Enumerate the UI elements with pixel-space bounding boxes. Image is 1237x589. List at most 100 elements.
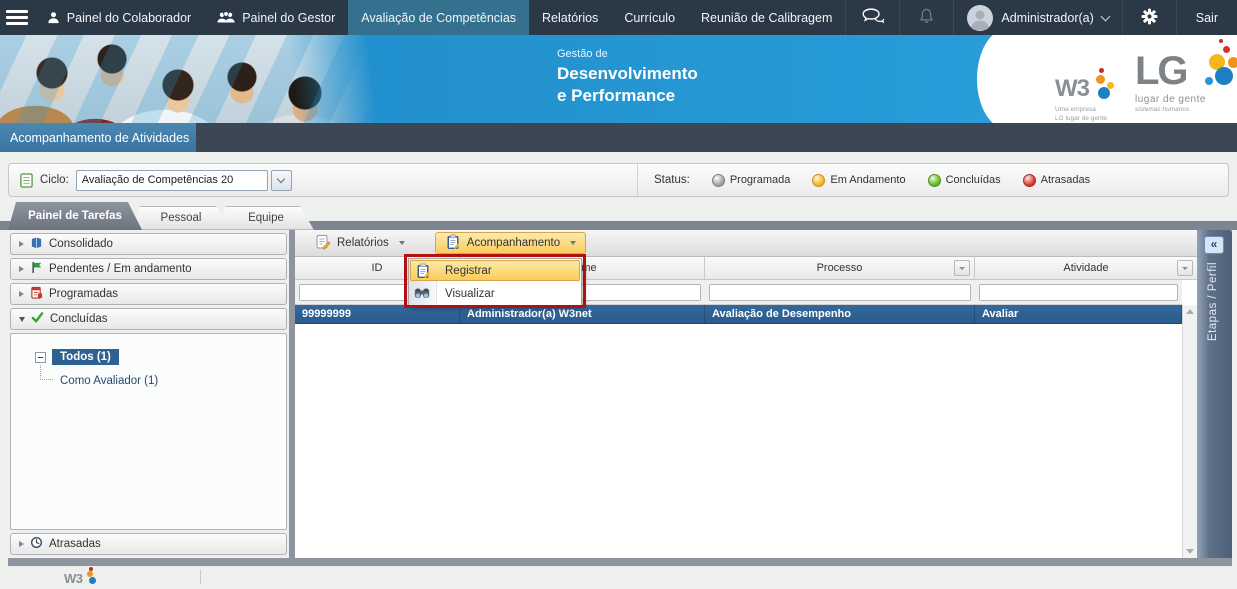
caret-right-icon xyxy=(19,266,24,272)
nav-label: Avaliação de Competências xyxy=(361,11,516,25)
page-tab-strip: Acompanhamento de Atividades xyxy=(0,123,1237,152)
status-dot-programada xyxy=(712,174,725,187)
banner-title: Gestão de Desenvolvimento e Performance xyxy=(557,48,698,107)
tab-pessoal[interactable]: Pessoal xyxy=(132,206,230,230)
cycle-label: Ciclo: xyxy=(40,174,69,186)
dropdown-caret-icon xyxy=(570,241,576,245)
tree-expander-icon[interactable] xyxy=(35,352,46,363)
check-icon xyxy=(31,311,44,327)
content-frame: Consolidado Pendentes / Em andamento Pro… xyxy=(8,230,1232,566)
cycle-bar: Ciclo: Avaliação de Competências 20 Stat… xyxy=(8,163,1229,197)
section-label: Programadas xyxy=(49,288,118,300)
cycle-select-trigger[interactable] xyxy=(271,170,292,191)
tab-painel-de-tarefas[interactable]: Painel de Tarefas xyxy=(8,202,142,230)
relatorios-button[interactable]: Relatórios xyxy=(305,232,415,254)
banner-title-line2: e Performance xyxy=(557,85,698,107)
atividade-filter-button[interactable] xyxy=(1177,260,1193,276)
relatorios-label: Relatórios xyxy=(337,237,389,249)
processo-filter-button[interactable] xyxy=(954,260,970,276)
nav-label: Painel do Colaborador xyxy=(67,11,191,25)
tab-equipe[interactable]: Equipe xyxy=(218,206,314,230)
nav-relatorios[interactable]: Relatórios xyxy=(529,0,611,35)
logo-panel: W3 Uma empresa LG lugar de gente LG luga… xyxy=(1007,35,1237,123)
section-consolidado[interactable]: Consolidado xyxy=(10,233,287,255)
tree-row-como-avaliador: Como Avaliador (1) xyxy=(40,365,286,387)
bell-icon xyxy=(919,8,934,27)
acompanhamento-menu: Registrar Visualizar xyxy=(408,258,582,306)
banner-photo xyxy=(0,35,400,123)
app-window: Painel do Colaborador Painel do Gestor A… xyxy=(0,0,1237,589)
nav-avaliacao-de-competencias[interactable]: Avaliação de Competências xyxy=(348,0,529,35)
filter-input-processo[interactable] xyxy=(709,284,971,301)
nav-painel-do-colaborador[interactable]: Painel do Colaborador xyxy=(34,0,204,35)
lg-logo-dot-orange xyxy=(1228,57,1237,68)
cell-processo: Avaliação de Desempenho xyxy=(705,305,975,323)
banner-pretitle: Gestão de xyxy=(557,48,698,60)
w3-footer-logo-text: W3 xyxy=(64,571,83,586)
column-header-atividade[interactable]: Atividade xyxy=(975,257,1197,279)
logout-button[interactable]: Sair xyxy=(1176,0,1237,35)
page-tab-acompanhamento-de-atividades[interactable]: Acompanhamento de Atividades xyxy=(0,123,196,152)
status-programada: Programada xyxy=(712,174,791,187)
nav-label: Painel do Gestor xyxy=(242,11,335,25)
cell-nome: Administrador(a) W3net xyxy=(460,305,705,323)
status-dot-em-andamento xyxy=(812,174,825,187)
status-item-label: Concluídas xyxy=(946,174,1001,186)
scroll-up-icon[interactable] xyxy=(1186,309,1194,314)
nav-painel-do-gestor[interactable]: Painel do Gestor xyxy=(204,0,348,35)
section-atrasadas[interactable]: Atrasadas xyxy=(10,533,287,555)
filter-input-atividade[interactable] xyxy=(979,284,1178,301)
dropdown-caret-icon xyxy=(959,267,965,270)
chat-button[interactable] xyxy=(845,0,899,35)
menu-item-registrar[interactable]: Registrar xyxy=(410,260,580,281)
status-item-label: Atrasadas xyxy=(1041,174,1091,186)
nav-reuniao-de-calibragem[interactable]: Reunião de Calibragem xyxy=(688,0,845,35)
tree-node-como-avaliador[interactable]: Como Avaliador (1) xyxy=(53,373,158,387)
etapas-perfil-label: Etapas / Perfil xyxy=(1207,262,1219,341)
status-concluidas: Concluídas xyxy=(928,174,1001,187)
chat-icon xyxy=(861,8,885,27)
user-menu[interactable]: Administrador(a) xyxy=(953,0,1121,35)
w3-logo: W3 Uma empresa LG lugar de gente xyxy=(1055,75,1145,123)
lg-logo-dot-red-small xyxy=(1219,39,1223,43)
clock-icon xyxy=(30,536,43,552)
scroll-down-icon[interactable] xyxy=(1186,549,1194,554)
dropdown-caret-icon xyxy=(1182,267,1188,270)
settings-button[interactable] xyxy=(1122,0,1176,35)
acompanhamento-button[interactable]: Acompanhamento xyxy=(435,232,586,254)
footer: W3 xyxy=(0,566,1237,589)
banner-title-line1: Desenvolvimento xyxy=(557,63,698,85)
column-label: Processo xyxy=(817,262,863,274)
column-label: ID xyxy=(372,262,383,274)
w3-footer-logo: W3 xyxy=(64,570,83,588)
clipboard-icon xyxy=(415,263,431,282)
status-item-label: Em Andamento xyxy=(830,174,905,186)
menu-item-visualizar[interactable]: Visualizar xyxy=(409,282,581,305)
section-concluidas[interactable]: Concluídas xyxy=(10,308,287,330)
footer-divider xyxy=(200,570,201,584)
w3-logo-text: W3 xyxy=(1055,75,1089,102)
tree-node-todos[interactable]: Todos (1) xyxy=(52,349,119,365)
collapse-icon[interactable]: « xyxy=(1204,236,1224,254)
table-row[interactable]: 99999999 Administrador(a) W3net Avaliaçã… xyxy=(295,305,1182,324)
chevron-down-icon xyxy=(1100,11,1110,21)
nav-curriculo[interactable]: Currículo xyxy=(611,0,688,35)
sidebar: Consolidado Pendentes / Em andamento Pro… xyxy=(8,230,289,558)
etapas-perfil-panel[interactable]: « Etapas / Perfil xyxy=(1197,230,1232,558)
column-header-processo[interactable]: Processo xyxy=(705,257,975,279)
grid-toolbar: Relatórios Acompanhamento xyxy=(295,230,1197,257)
user-icon xyxy=(47,11,60,24)
notifications-button[interactable] xyxy=(899,0,953,35)
grid-scrollbar[interactable] xyxy=(1182,305,1197,558)
cycle-select[interactable]: Avaliação de Competências 20 xyxy=(76,170,268,191)
page-tab-label: Acompanhamento de Atividades xyxy=(10,131,189,145)
section-programadas[interactable]: Programadas xyxy=(10,283,287,305)
status-atrasadas: Atrasadas xyxy=(1023,174,1091,187)
clipboard-icon xyxy=(445,234,461,253)
cell-atividade: Avaliar xyxy=(975,305,1182,323)
w3-logo-caption1: Uma empresa xyxy=(1055,105,1145,114)
hamburger-menu-icon[interactable] xyxy=(0,0,34,35)
section-pendentes-em-andamento[interactable]: Pendentes / Em andamento xyxy=(10,258,287,280)
caret-right-icon xyxy=(19,291,24,297)
nav-label: Currículo xyxy=(624,11,675,25)
